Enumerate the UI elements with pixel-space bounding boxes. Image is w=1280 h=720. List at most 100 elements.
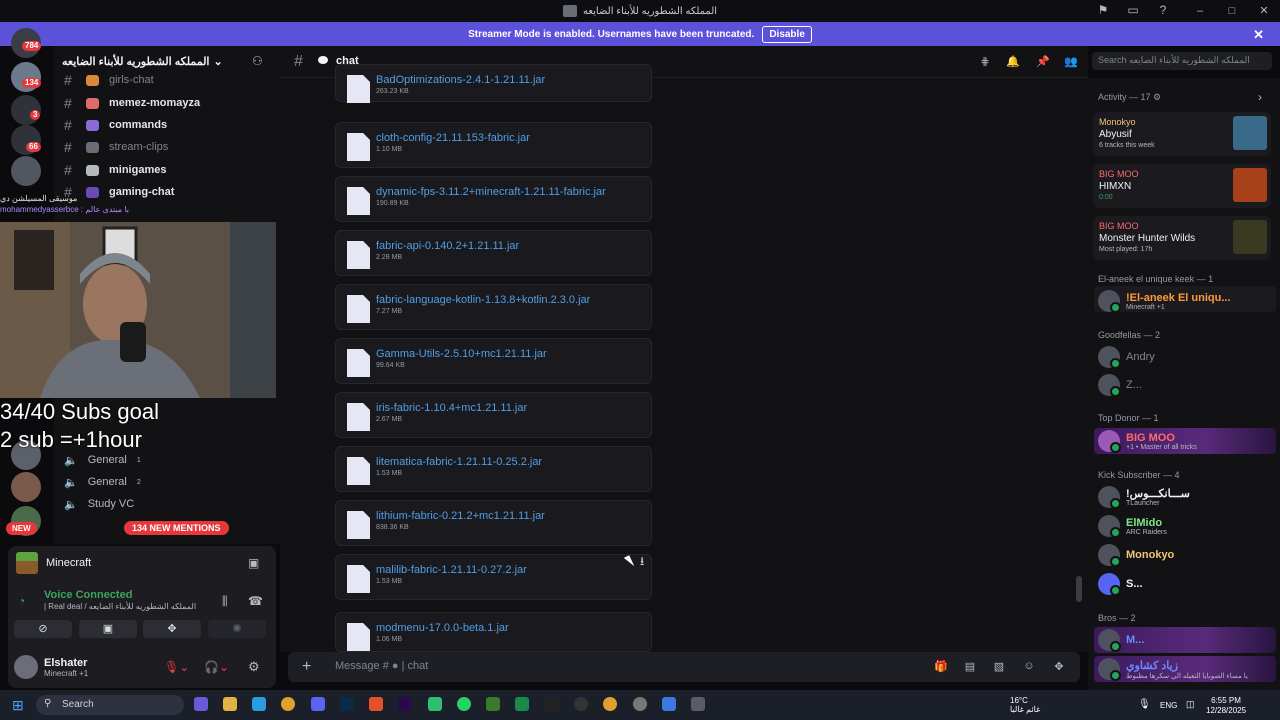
notepad-icon[interactable] [662,697,676,711]
file-attachment[interactable]: cloth-config-21.11.153-fabric.jar 1.10 MB [335,122,652,168]
file-attachment[interactable]: BadOptimizations-2.4.1-1.21.11.jar 263.23… [335,64,652,103]
disconnect-icon[interactable]: ☎ [248,594,263,608]
plus-icon[interactable]: + [302,658,311,676]
system-clock[interactable]: 6:55 PM 12/28/2025 [1206,696,1246,716]
file-attachment[interactable]: fabric-api-0.140.2+1.21.11.jar 2.28 MB [335,230,652,276]
channel-item[interactable]: # minigames [64,160,166,180]
member-row[interactable]: !El-aneek El uniqu... Minecraft +1 [1098,290,1231,313]
disable-button[interactable]: Disable [762,25,812,43]
calculator-icon[interactable] [691,697,705,711]
message-input[interactable]: Message # ● | chat [335,660,428,672]
apps-icon[interactable]: ✥ [1052,660,1066,673]
obs-icon[interactable] [574,697,588,711]
screen-share-button[interactable]: ▣ [79,620,137,638]
language-indicator[interactable]: ENG [1160,701,1177,710]
microphone-icon[interactable]: 🎙 [1138,699,1151,710]
network-icon[interactable]: ◫ [1186,699,1195,710]
new-pill[interactable]: NEW [6,522,37,535]
camera-off-button[interactable]: ⊘ [14,620,72,638]
member-row[interactable]: زياد كشاوي يا مساء الصوبايا التعيله الي س… [1098,658,1248,681]
file-attachment[interactable]: malilib-fabric-1.21.11-0.27.2.jar 1.53 MB [335,554,652,600]
file-name-link[interactable]: dynamic-fps-3.11.2+minecraft-1.21.11-fab… [376,186,606,198]
voice-channel-item[interactable]: 🔈 General 2 [64,472,141,492]
file-attachment[interactable]: fabric-language-kotlin-1.13.8+kotlin.2.3… [335,284,652,330]
member-row[interactable]: M... [1098,629,1144,652]
discord-icon[interactable] [311,697,325,711]
file-name-link[interactable]: cloth-config-21.11.153-fabric.jar [376,132,530,144]
chrome-icon-2[interactable] [603,697,617,711]
member-row[interactable]: Z... [1098,374,1142,397]
file-attachment[interactable]: dynamic-fps-3.11.2+minecraft-1.21.11-fab… [335,176,652,222]
game-activity[interactable]: Minecraft [16,552,91,574]
channel-item[interactable]: # girls-chat [64,70,154,90]
weather-widget[interactable]: 16°C غائم غالبا [1010,696,1040,714]
threads-icon[interactable]: ⋕ [978,56,992,68]
noise-icon[interactable]: ⫼ [222,594,228,609]
bell-icon[interactable]: 🔔 [1006,56,1020,68]
channel-item[interactable]: # commands [64,115,167,135]
channel-item[interactable]: # memez-momayza [64,93,200,113]
file-name-link[interactable]: BadOptimizations-2.4.1-1.21.11.jar [376,74,545,86]
minecraft-icon[interactable] [486,697,500,711]
brave-icon[interactable] [369,697,383,711]
add-member-icon[interactable]: ⚇ [252,54,263,68]
premiere-icon[interactable] [398,697,412,711]
activity-card[interactable]: BIG MOO HIMXN 0:00 [1093,164,1271,208]
member-row[interactable]: !ســـانكـــوس TLauncher [1098,486,1190,509]
activity-card[interactable]: Monokyo Abyusif 6 tracks this week [1093,112,1271,156]
close-icon[interactable]: ✕ [1253,27,1264,43]
file-attachment[interactable]: lithium-fabric-0.21.2+mc1.21.11.jar 838.3… [335,500,652,546]
file-name-link[interactable]: Gamma-Utils-2.5.10+mc1.21.11.jar [376,348,547,360]
epic-games-icon[interactable] [545,697,559,711]
server-name-header[interactable]: المملكه الشطوريه للأبناء الضايعه ⌄ [62,52,272,70]
help-icon[interactable]: ? [1156,3,1170,17]
chrome-icon[interactable] [281,697,295,711]
screen-icon[interactable]: ▭ [1126,3,1140,17]
members-icon[interactable]: 👥 [1064,56,1078,68]
search-input[interactable]: Search المملكه الشطوريه للأبناء الضايعه [1092,52,1272,70]
file-name-link[interactable]: fabric-language-kotlin-1.13.8+kotlin.2.3… [376,294,590,306]
activity-card[interactable]: BIG MOO Monster Hunter Wilds Most played: … [1093,216,1271,260]
member-row[interactable]: ElMido ARC Raiders [1098,515,1167,538]
emoji-icon[interactable]: ☺ [1022,660,1036,672]
file-name-link[interactable]: lithium-fabric-0.21.2+mc1.21.11.jar [376,510,545,522]
file-name-link[interactable]: modmenu-17.0.0-beta.1.jar [376,622,509,634]
voice-connected-status[interactable]: Voice Connected [44,589,132,601]
file-explorer-icon[interactable] [223,697,237,711]
new-mentions-pill[interactable]: 134 NEW MENTIONS [124,521,229,535]
server-icon-4[interactable] [11,156,41,186]
scrollbar[interactable] [1076,576,1082,602]
member-row[interactable]: BIG MOO +1 • Master of all tricks [1098,430,1197,453]
voice-channel-item[interactable]: 🔈 Study VC [64,494,134,514]
mute-icon[interactable]: 🎙⌄ [164,660,189,674]
minimize-button[interactable]: – [1184,0,1216,22]
server-icon-6[interactable] [11,472,41,502]
user-panel[interactable]: Elshater Minecraft +1 [14,655,88,679]
settings-gear-icon[interactable]: ⚙ [248,659,260,675]
member-row[interactable]: Andry [1098,346,1155,369]
download-icon[interactable]: ⭳ [640,552,644,573]
gif-icon[interactable]: ▤ [963,660,977,673]
file-attachment[interactable]: litematica-fabric-1.21.11-0.25.2.jar 1.53… [335,446,652,492]
file-attachment[interactable]: iris-fabric-1.10.4+mc1.21.11.jar 2.67 MB [335,392,652,438]
member-row[interactable]: S... [1098,573,1143,596]
member-row[interactable]: Monokyo [1098,544,1174,567]
file-attachment[interactable]: Gamma-Utils-2.5.10+mc1.21.11.jar 99.64 KB [335,338,652,384]
soundboard-button[interactable]: ✺ [208,620,266,638]
file-name-link[interactable]: fabric-api-0.140.2+1.21.11.jar [376,240,519,252]
whatsapp-icon[interactable] [457,697,471,711]
activities-button[interactable]: ✥ [143,620,201,638]
deafen-icon[interactable]: 🎧⌄ [204,660,229,674]
file-name-link[interactable]: malilib-fabric-1.21.11-0.27.2.jar [376,564,527,576]
file-attachment[interactable]: modmenu-17.0.0-beta.1.jar 1.06 MB [335,612,652,652]
photoshop-icon[interactable] [340,697,354,711]
windows-start-icon[interactable]: ⊞ [12,697,24,714]
gift-icon[interactable]: 🎁 [934,660,948,673]
avatar[interactable] [14,655,38,679]
inbox-icon[interactable]: ⚑ [1096,3,1110,17]
stream-icon[interactable]: ▣ [248,556,259,570]
app-icon[interactable] [428,697,442,711]
taskbar-search[interactable]: Search [36,695,184,715]
gear-icon[interactable]: ⚙ [1153,92,1161,102]
close-window-button[interactable]: ✕ [1248,0,1280,22]
